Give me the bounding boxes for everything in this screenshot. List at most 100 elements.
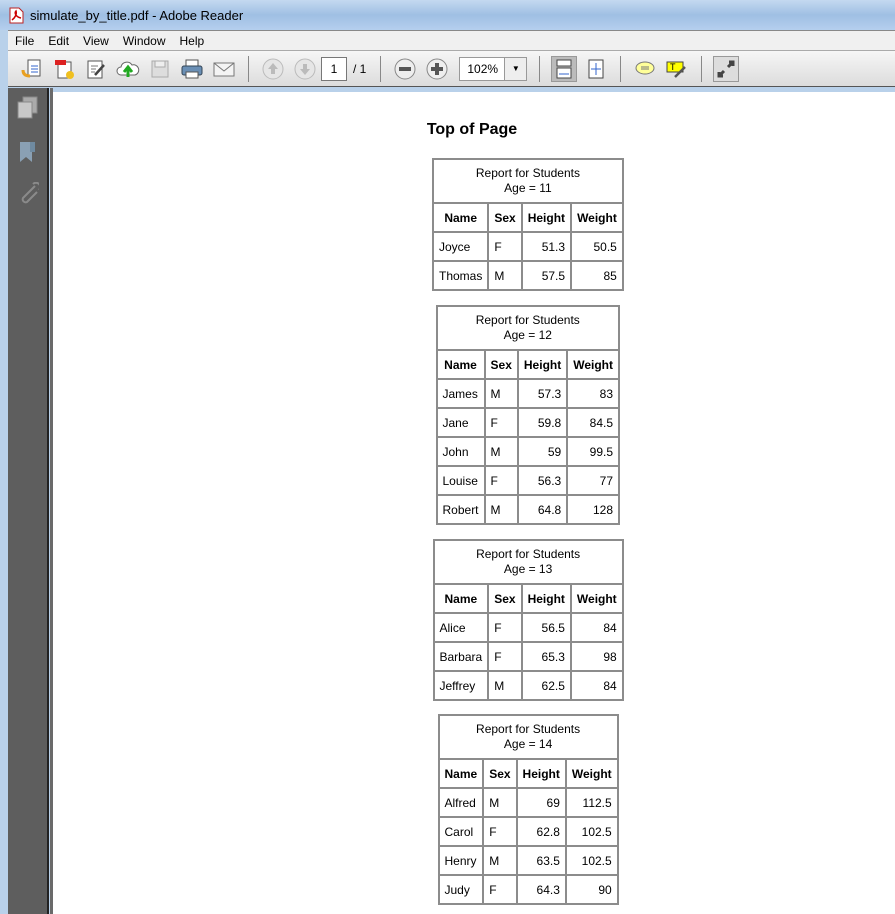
pages-icon[interactable] (17, 96, 39, 120)
fit-width-icon[interactable] (551, 55, 578, 82)
caption-age: Age = 14 (503, 737, 553, 751)
table-cell: 98 (569, 641, 624, 672)
table-row: Joyce F 51.3 50.5 (431, 231, 624, 262)
email-icon[interactable] (211, 56, 237, 82)
header-row: Name Sex Height Weight (432, 583, 624, 614)
table-cell: Judy (437, 874, 485, 905)
table-row: Louise F 56.3 77 (435, 465, 621, 496)
table-cell: James (435, 378, 486, 409)
table-cell: 57.3 (516, 378, 569, 409)
table-cell: Henry (437, 845, 485, 876)
document-title: Top of Page (426, 121, 518, 138)
bookmarks-icon[interactable] (17, 140, 39, 164)
table-cell: Jane (435, 407, 486, 438)
open-icon[interactable] (19, 56, 45, 82)
previous-page-icon[interactable] (260, 56, 286, 82)
table-cell: F (487, 641, 523, 672)
save-icon[interactable] (147, 56, 173, 82)
table-row: Alice F 56.5 84 (432, 612, 624, 643)
table-cell: F (487, 612, 523, 643)
table-cell: 84.5 (566, 407, 621, 438)
fit-page-icon[interactable] (583, 56, 609, 82)
table-cell: M (482, 787, 518, 818)
upload-cloud-icon[interactable] (115, 56, 141, 82)
column-header: Weight (569, 583, 624, 614)
table-row: Carol F 62.8 102.5 (437, 816, 619, 847)
table-cell: Robert (435, 494, 486, 525)
toolbar: 1 / 1 102% ▼ T (8, 50, 895, 87)
table-row: Jane F 59.8 84.5 (435, 407, 621, 438)
zoom-level-select[interactable]: 102% ▼ (459, 56, 528, 81)
header-row: Name Sex Height Weight (437, 758, 619, 789)
next-page-icon[interactable] (292, 56, 318, 82)
column-header: Sex (487, 202, 523, 233)
table-cell: 51.3 (520, 231, 573, 262)
table-cell: 63.5 (515, 845, 567, 876)
report-table: Report for Students Age = 12 Name Sex Height… (435, 305, 621, 525)
menu-file[interactable]: File (8, 34, 41, 48)
zoom-out-icon[interactable] (392, 56, 418, 82)
table-cell: M (483, 494, 519, 525)
table-row: Jeffrey M 62.5 84 (432, 670, 624, 701)
menu-view[interactable]: View (76, 34, 116, 48)
menu-help[interactable]: Help (173, 34, 212, 48)
caption-line: Report for Students (475, 313, 580, 327)
table-cell: 77 (566, 465, 621, 496)
table-cell: 56.3 (516, 465, 569, 496)
menu-window[interactable]: Window (116, 34, 173, 48)
table-cell: 64.8 (516, 494, 569, 525)
table-cell: 62.5 (520, 670, 572, 701)
zoom-level-value: 102% (467, 61, 499, 76)
table-cell: F (482, 816, 518, 847)
table-cell: Alice (432, 612, 490, 643)
table-cell: 57.5 (520, 260, 573, 291)
edit-icon[interactable] (83, 56, 109, 82)
table-cell: 83 (566, 378, 621, 409)
print-icon[interactable] (179, 56, 205, 82)
caption-line: Report for Students (476, 547, 581, 561)
table-cell: 69 (515, 787, 567, 818)
table-cell: F (483, 465, 519, 496)
table-caption: Report for Students Age = 13 (432, 539, 624, 585)
column-header: Name (431, 202, 490, 233)
navigation-pane (8, 88, 49, 914)
column-header: Weight (570, 202, 624, 233)
table-cell: 84 (569, 612, 624, 643)
page-number-input[interactable]: 1 (321, 56, 347, 81)
report-table: Report for Students Age = 13 Name Sex Height… (432, 539, 624, 701)
table-cell: Alfred (437, 787, 485, 818)
create-pdf-icon[interactable] (51, 56, 77, 82)
title-bar: simulate_by_title.pdf - Adobe Reader (0, 0, 895, 30)
table-cell: Louise (435, 465, 486, 496)
column-header: Sex (487, 583, 523, 614)
table-cell: 99.5 (566, 436, 621, 467)
column-header: Height (520, 583, 572, 614)
attachments-icon[interactable] (17, 181, 42, 206)
toolbar-divider (380, 55, 382, 82)
table-cell: 102.5 (564, 845, 619, 876)
menu-bar: File Edit View Window Help (8, 30, 895, 50)
table-cell: 64.3 (515, 874, 567, 905)
svg-text:T: T (670, 62, 676, 72)
toolbar-divider (248, 55, 249, 82)
table-cell: John (435, 436, 486, 467)
column-header: Name (432, 583, 490, 614)
column-header: Height (516, 349, 569, 380)
toolbar-divider (539, 55, 541, 82)
highlight-text-icon[interactable]: T (664, 56, 690, 82)
table-cell: 84 (569, 670, 624, 701)
comment-icon[interactable] (632, 56, 658, 82)
table-row: Thomas M 57.5 85 (431, 260, 624, 291)
column-header: Sex (483, 349, 519, 380)
full-screen-icon[interactable] (713, 55, 740, 82)
table-cell: 112.5 (564, 787, 619, 818)
table-cell: Joyce (431, 231, 490, 262)
chevron-down-icon[interactable]: ▼ (504, 57, 527, 80)
menu-edit[interactable]: Edit (41, 34, 76, 48)
table-row: Judy F 64.3 90 (437, 874, 619, 905)
table-cell: 128 (566, 494, 621, 525)
report-table: Report for Students Age = 11 Name Sex Height… (431, 158, 624, 291)
column-header: Weight (566, 349, 621, 380)
document-page: Top of Page Report for Students Age = 11 N… (53, 92, 895, 914)
zoom-in-icon[interactable] (424, 56, 450, 82)
